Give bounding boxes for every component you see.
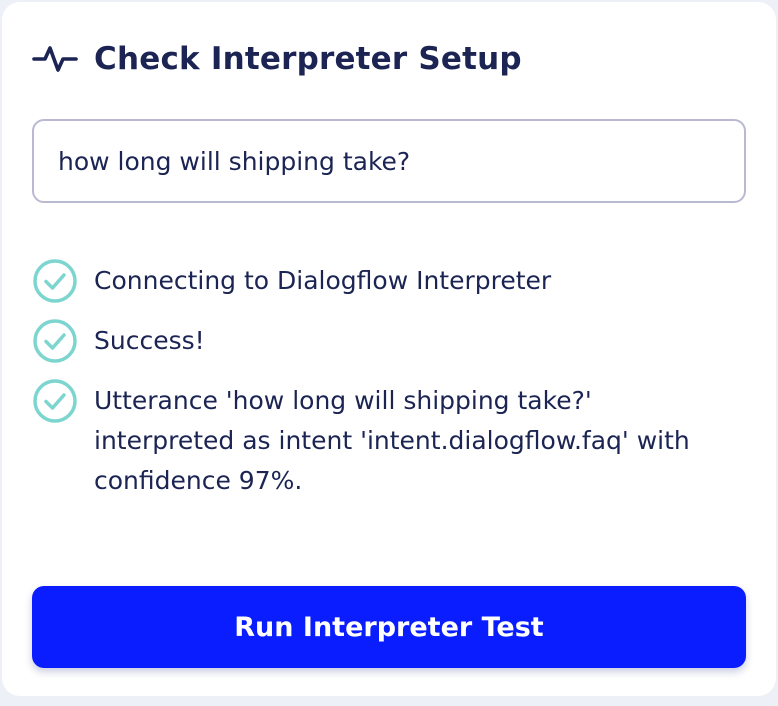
status-steps-list: Connecting to Dialogflow Interpreter Suc… <box>32 258 752 501</box>
status-step-result: Utterance 'how long will shipping take?'… <box>32 378 752 501</box>
status-step-text: Connecting to Dialogflow Interpreter <box>94 266 552 295</box>
status-step-text: Utterance 'how long will shipping take?'… <box>94 386 690 495</box>
status-step-success: Success! <box>32 318 752 364</box>
activity-pulse-icon <box>32 39 78 79</box>
utterance-input[interactable] <box>32 119 746 203</box>
status-step-text: Success! <box>94 326 205 355</box>
panel-title: Check Interpreter Setup <box>94 41 522 77</box>
panel-header: Check Interpreter Setup <box>32 39 522 79</box>
check-circle-icon <box>32 318 78 364</box>
run-interpreter-test-button[interactable]: Run Interpreter Test <box>32 586 746 668</box>
check-circle-icon <box>32 378 78 424</box>
interpreter-check-panel: Check Interpreter Setup Connecting to Di… <box>2 2 776 696</box>
check-circle-icon <box>32 258 78 304</box>
status-step-connecting: Connecting to Dialogflow Interpreter <box>32 258 752 304</box>
